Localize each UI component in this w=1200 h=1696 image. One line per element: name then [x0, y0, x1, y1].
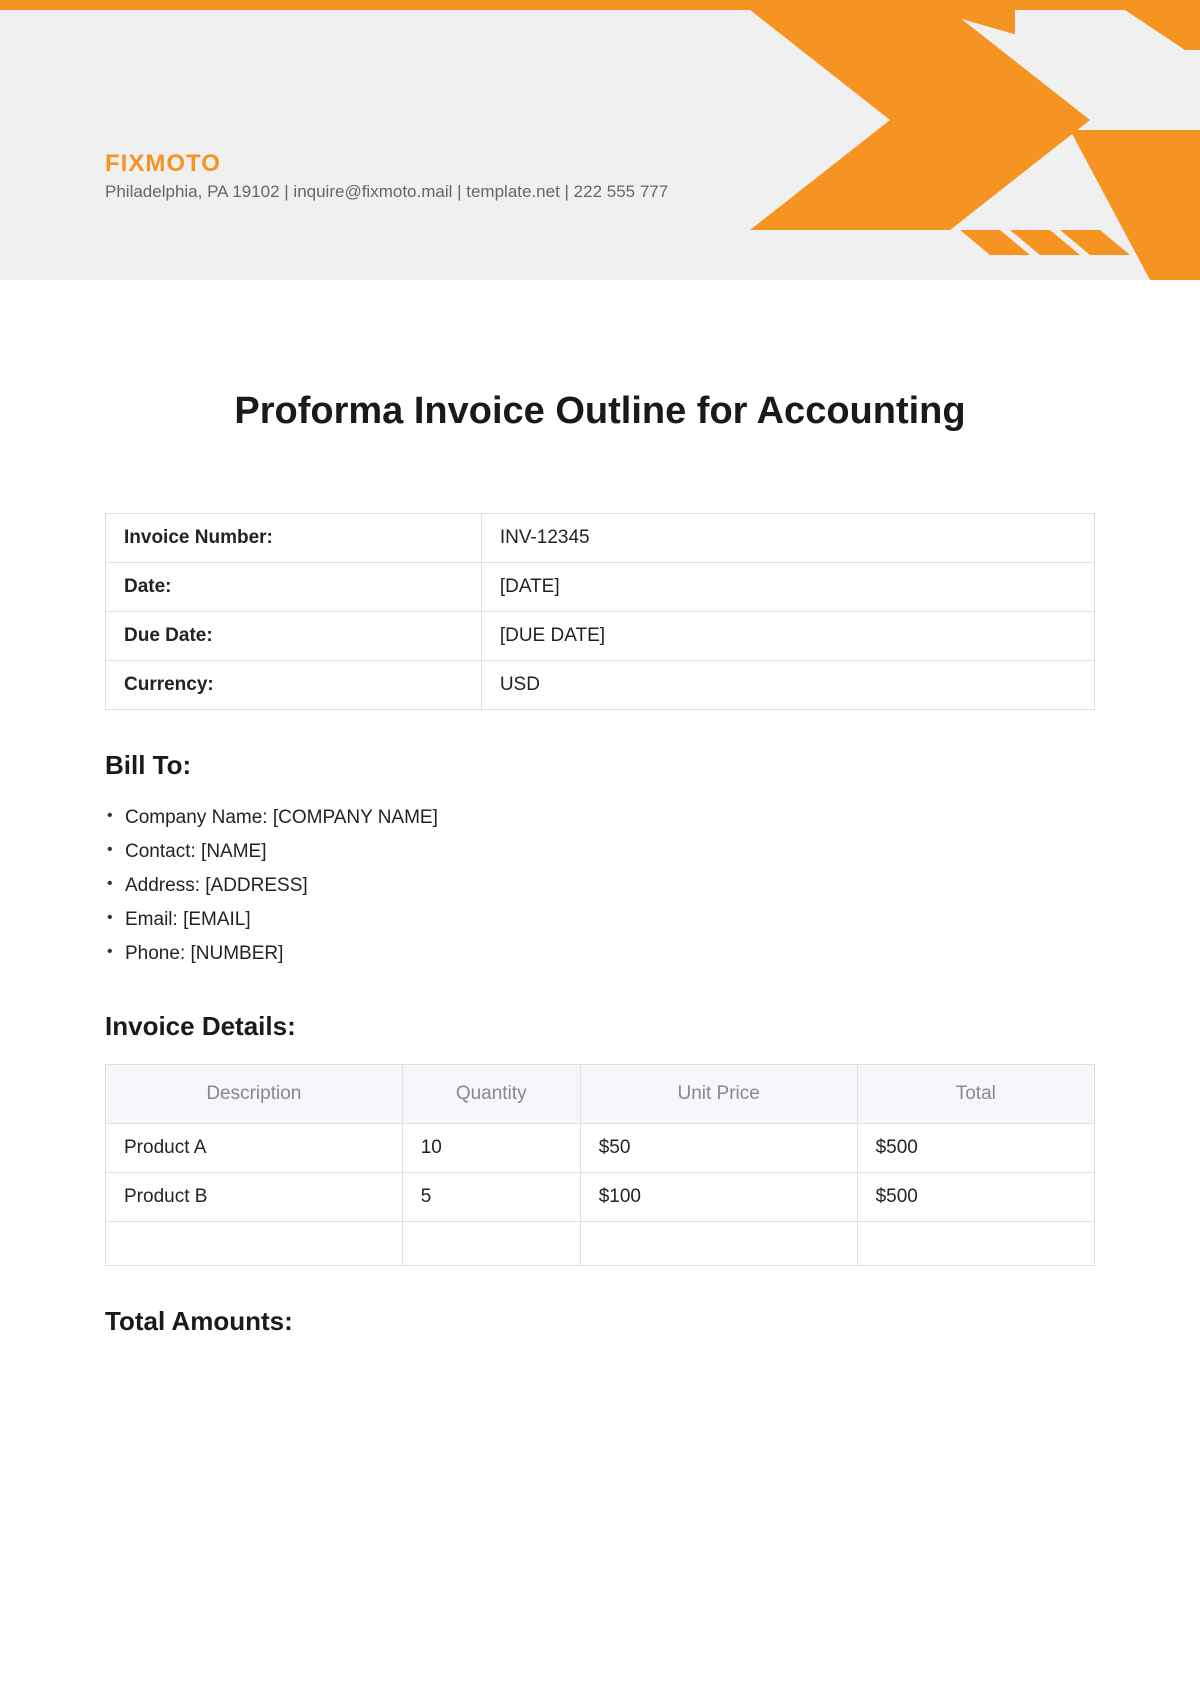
invoice-info-table: Invoice Number: INV-12345 Date: [DATE] D…	[105, 513, 1095, 710]
list-item: Email: [EMAIL]	[105, 903, 1095, 937]
cell-total: $500	[857, 1173, 1094, 1222]
table-row: Currency: USD	[106, 661, 1095, 710]
page-title: Proforma Invoice Outline for Accounting	[105, 390, 1095, 433]
table-row: Product A 10 $50 $500	[106, 1124, 1095, 1173]
cell-quantity: 10	[402, 1124, 580, 1173]
cell-empty	[402, 1222, 580, 1266]
list-item: Phone: [NUMBER]	[105, 937, 1095, 971]
list-item: Company Name: [COMPANY NAME]	[105, 801, 1095, 835]
cell-quantity: 5	[402, 1173, 580, 1222]
invoice-details-table: Description Quantity Unit Price Total Pr…	[105, 1064, 1095, 1266]
col-quantity: Quantity	[402, 1065, 580, 1124]
company-name: FIXMOTO	[105, 150, 668, 178]
list-item: Address: [ADDRESS]	[105, 869, 1095, 903]
bill-to-list: Company Name: [COMPANY NAME] Contact: [N…	[105, 801, 1095, 971]
table-row-empty	[106, 1222, 1095, 1266]
arrow-graphic-icon	[650, 0, 1200, 280]
list-item: Contact: [NAME]	[105, 835, 1095, 869]
info-value: [DUE DATE]	[481, 612, 1094, 661]
cell-total: $500	[857, 1124, 1094, 1173]
company-info: FIXMOTO Philadelphia, PA 19102 | inquire…	[105, 150, 668, 202]
info-value: [DATE]	[481, 563, 1094, 612]
col-total: Total	[857, 1065, 1094, 1124]
table-row: Invoice Number: INV-12345	[106, 514, 1095, 563]
company-contact: Philadelphia, PA 19102 | inquire@fixmoto…	[105, 182, 668, 202]
content-area: Proforma Invoice Outline for Accounting …	[105, 340, 1095, 1357]
bill-to-heading: Bill To:	[105, 750, 1095, 781]
header-graphic	[650, 0, 1200, 280]
table-header-row: Description Quantity Unit Price Total	[106, 1065, 1095, 1124]
info-label: Date:	[106, 563, 482, 612]
col-description: Description	[106, 1065, 403, 1124]
cell-empty	[857, 1222, 1094, 1266]
info-value: INV-12345	[481, 514, 1094, 563]
table-row: Product B 5 $100 $500	[106, 1173, 1095, 1222]
cell-empty	[580, 1222, 857, 1266]
col-unit-price: Unit Price	[580, 1065, 857, 1124]
cell-description: Product B	[106, 1173, 403, 1222]
cell-empty	[106, 1222, 403, 1266]
info-label: Currency:	[106, 661, 482, 710]
cell-unit-price: $100	[580, 1173, 857, 1222]
cell-unit-price: $50	[580, 1124, 857, 1173]
info-value: USD	[481, 661, 1094, 710]
total-amounts-heading: Total Amounts:	[105, 1306, 1095, 1337]
info-label: Due Date:	[106, 612, 482, 661]
table-row: Due Date: [DUE DATE]	[106, 612, 1095, 661]
cell-description: Product A	[106, 1124, 403, 1173]
table-row: Date: [DATE]	[106, 563, 1095, 612]
info-label: Invoice Number:	[106, 514, 482, 563]
invoice-details-heading: Invoice Details:	[105, 1011, 1095, 1042]
